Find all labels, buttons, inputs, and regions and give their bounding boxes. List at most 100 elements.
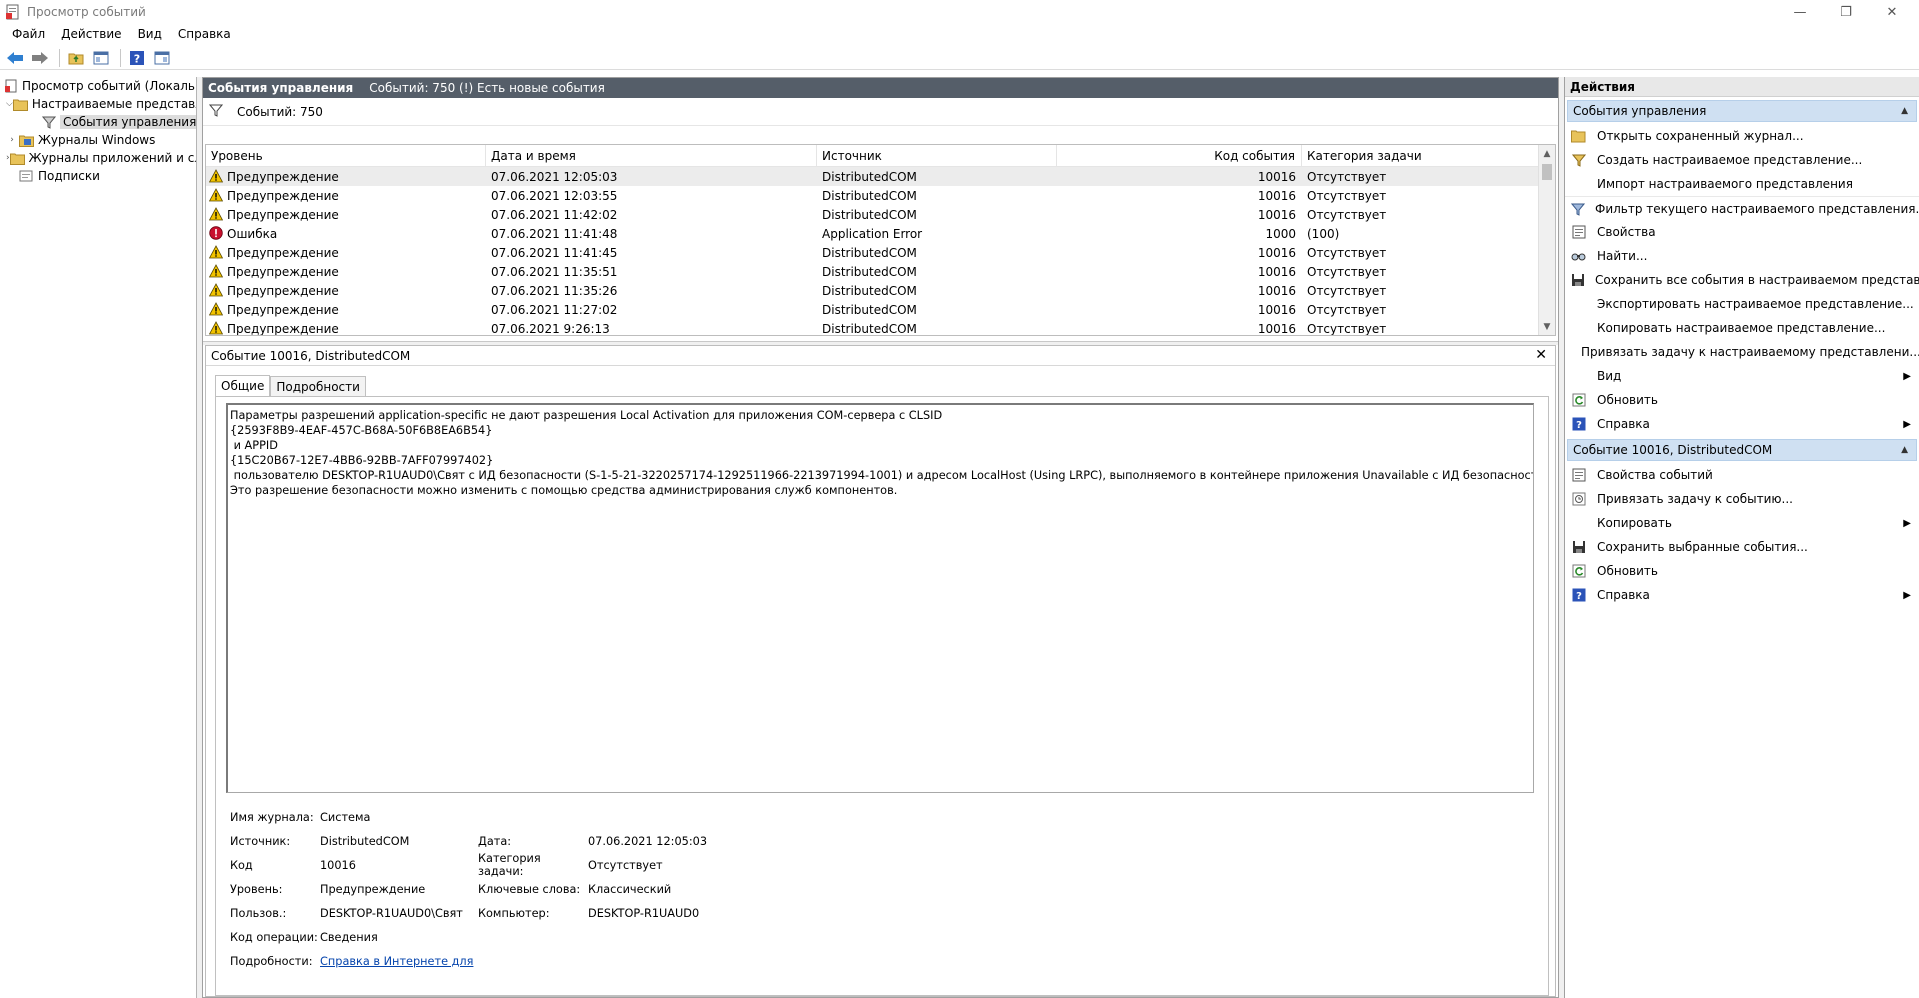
- value-computer: DESKTOP-R1UAUD0: [588, 906, 700, 920]
- tree-node-root[interactable]: Просмотр событий (Локальный): [0, 77, 196, 95]
- label-category: Категория задачи:: [478, 852, 541, 878]
- chevron-down-icon[interactable]: ⌵: [6, 99, 13, 109]
- action-item[interactable]: Свойства: [1565, 220, 1919, 244]
- cell-date: 07.06.2021 11:35:51: [486, 265, 817, 279]
- tree-node-admin-events[interactable]: События управления: [0, 113, 196, 131]
- warning-icon: [208, 282, 225, 299]
- warning-icon: [208, 263, 225, 280]
- table-row[interactable]: Предупреждение 07.06.2021 9:26:13 Distribu…: [206, 319, 1555, 336]
- folder-up-icon[interactable]: [65, 47, 87, 69]
- grid-scrollbar[interactable]: ▲ ▼: [1538, 145, 1555, 335]
- forward-arrow-icon[interactable]: [29, 47, 51, 69]
- action-item[interactable]: ? Справка ▶: [1565, 583, 1919, 607]
- value-keywords: Классический: [588, 882, 672, 896]
- toolbar: ?: [0, 46, 1919, 70]
- cell-date-text: 07.06.2021 11:41:45: [491, 245, 618, 260]
- action-item[interactable]: Привязать задачу к настраиваемому предст…: [1565, 340, 1919, 364]
- menu-file[interactable]: Файл: [4, 27, 53, 41]
- restore-button[interactable]: ❐: [1823, 0, 1869, 24]
- navigation-tree: Просмотр событий (Локальный) ⌵ Настраива…: [0, 77, 197, 998]
- action-item[interactable]: Привязать задачу к событию...: [1565, 487, 1919, 511]
- back-arrow-icon[interactable]: [4, 47, 26, 69]
- logs-folder-icon: [18, 132, 34, 148]
- table-row[interactable]: Предупреждение 07.06.2021 11:41:45 Distrib…: [206, 243, 1555, 262]
- close-window-button[interactable]: ✕: [1869, 0, 1915, 24]
- action-item[interactable]: Обновить: [1565, 388, 1919, 412]
- column-header-date[interactable]: Дата и время: [486, 145, 817, 166]
- label-computer: Компьютер:: [478, 906, 550, 920]
- help-icon[interactable]: ?: [126, 47, 148, 69]
- cell-code-text: 10016: [1257, 321, 1296, 336]
- scroll-down-icon[interactable]: ▼: [1539, 318, 1555, 335]
- menu-view[interactable]: Вид: [130, 27, 170, 41]
- action-item[interactable]: Создать настраиваемое представление...: [1565, 148, 1919, 172]
- refresh-icon: [1571, 392, 1587, 408]
- table-row[interactable]: Предупреждение 07.06.2021 11:42:02 Distrib…: [206, 205, 1555, 224]
- action-item[interactable]: Вид ▶: [1565, 364, 1919, 388]
- cell-code: 10016: [1057, 265, 1302, 279]
- event-message-text[interactable]: Параметры разрешений application-specifi…: [226, 403, 1534, 793]
- tab-general[interactable]: Общие: [215, 375, 271, 396]
- label-code: Код: [230, 858, 253, 872]
- scroll-thumb[interactable]: [1542, 164, 1552, 180]
- table-row[interactable]: Предупреждение 07.06.2021 11:27:02 Distrib…: [206, 300, 1555, 319]
- tab-details[interactable]: Подробности: [270, 376, 366, 396]
- table-row[interactable]: Предупреждение 07.06.2021 11:35:26 Distrib…: [206, 281, 1555, 300]
- tree-node-subscriptions[interactable]: Подписки: [0, 167, 196, 185]
- scroll-up-icon[interactable]: ▲: [1539, 145, 1555, 162]
- cell-level: Предупреждение: [206, 187, 486, 204]
- action-item[interactable]: ? Справка ▶: [1565, 412, 1919, 436]
- action-item[interactable]: Найти...: [1565, 244, 1919, 268]
- show-hide-tree-icon[interactable]: [90, 47, 112, 69]
- prop-row: Имя журнала: Система: [230, 805, 788, 829]
- copy-icon: [1571, 515, 1587, 531]
- table-row[interactable]: Предупреждение 07.06.2021 12:03:55 Distrib…: [206, 186, 1555, 205]
- collapse-up-icon[interactable]: ▲: [1901, 445, 1908, 455]
- cell-source-text: DistributedCOM: [822, 207, 917, 222]
- chevron-right-icon[interactable]: ›: [6, 135, 18, 145]
- show-hide-action-pane-icon[interactable]: [151, 47, 173, 69]
- cell-code: 10016: [1057, 303, 1302, 317]
- menu-help[interactable]: Справка: [170, 27, 239, 41]
- action-item[interactable]: Сохранить все события в настраиваемом пр…: [1565, 268, 1919, 292]
- minimize-button[interactable]: —: [1777, 0, 1823, 24]
- tree-node-windows-logs[interactable]: › Журналы Windows: [0, 131, 196, 149]
- menu-bar: Файл Действие Вид Справка: [0, 24, 1919, 44]
- cell-level-text: Предупреждение: [227, 169, 339, 184]
- column-header-category[interactable]: Категория задачи: [1302, 145, 1542, 166]
- cell-date: 07.06.2021 9:26:13: [486, 322, 817, 336]
- action-item[interactable]: Сохранить выбранные события...: [1565, 535, 1919, 559]
- table-row[interactable]: Предупреждение 07.06.2021 12:05:03 Distrib…: [206, 167, 1555, 186]
- column-header-source[interactable]: Источник: [817, 145, 1057, 166]
- column-header-level[interactable]: Уровень: [206, 145, 486, 166]
- cell-category-text: Отсутствует: [1307, 264, 1387, 279]
- column-header-code[interactable]: Код события: [1057, 145, 1302, 166]
- collapse-up-icon[interactable]: ▲: [1901, 106, 1908, 116]
- close-icon[interactable]: ✕: [1535, 347, 1547, 363]
- cell-date: 07.06.2021 11:27:02: [486, 303, 817, 317]
- action-item[interactable]: Экспортировать настраиваемое представлен…: [1565, 292, 1919, 316]
- action-item[interactable]: Открыть сохраненный журнал...: [1565, 124, 1919, 148]
- tree-label: Просмотр событий (Локальный): [22, 79, 196, 93]
- cell-category-text: Отсутствует: [1307, 245, 1387, 260]
- tree-node-app-logs[interactable]: › Журналы приложений и служб: [0, 149, 196, 167]
- online-help-link[interactable]: Справка в Интернете для: [320, 955, 478, 968]
- actions-section-admin-events[interactable]: События управления ▲: [1567, 100, 1917, 122]
- action-item[interactable]: Свойства событий: [1565, 463, 1919, 487]
- table-row[interactable]: Предупреждение 07.06.2021 11:35:51 Distrib…: [206, 262, 1555, 281]
- tree-node-custom-views[interactable]: ⌵ Настраиваемые представления: [0, 95, 196, 113]
- event-viewer-app-icon: [5, 4, 21, 20]
- action-item[interactable]: Обновить: [1565, 559, 1919, 583]
- event-properties: Имя журнала: Система Источник: Distribut…: [230, 805, 788, 973]
- action-item[interactable]: Копировать настраиваемое представление..…: [1565, 316, 1919, 340]
- table-row[interactable]: Ошибка 07.06.2021 11:41:48 Application Err…: [206, 224, 1555, 243]
- menu-action[interactable]: Действие: [53, 27, 129, 41]
- cell-level: Предупреждение: [206, 282, 486, 299]
- action-item[interactable]: Копировать ▶: [1565, 511, 1919, 535]
- action-item[interactable]: Фильтр текущего настраиваемого представл…: [1565, 196, 1919, 220]
- cell-code: 10016: [1057, 189, 1302, 203]
- action-item[interactable]: Импорт настраиваемого представления: [1565, 172, 1919, 196]
- cell-source-text: DistributedCOM: [822, 169, 917, 184]
- actions-section-event[interactable]: Событие 10016, DistributedCOM ▲: [1567, 439, 1917, 461]
- label-opcode: Код операции:: [230, 930, 318, 944]
